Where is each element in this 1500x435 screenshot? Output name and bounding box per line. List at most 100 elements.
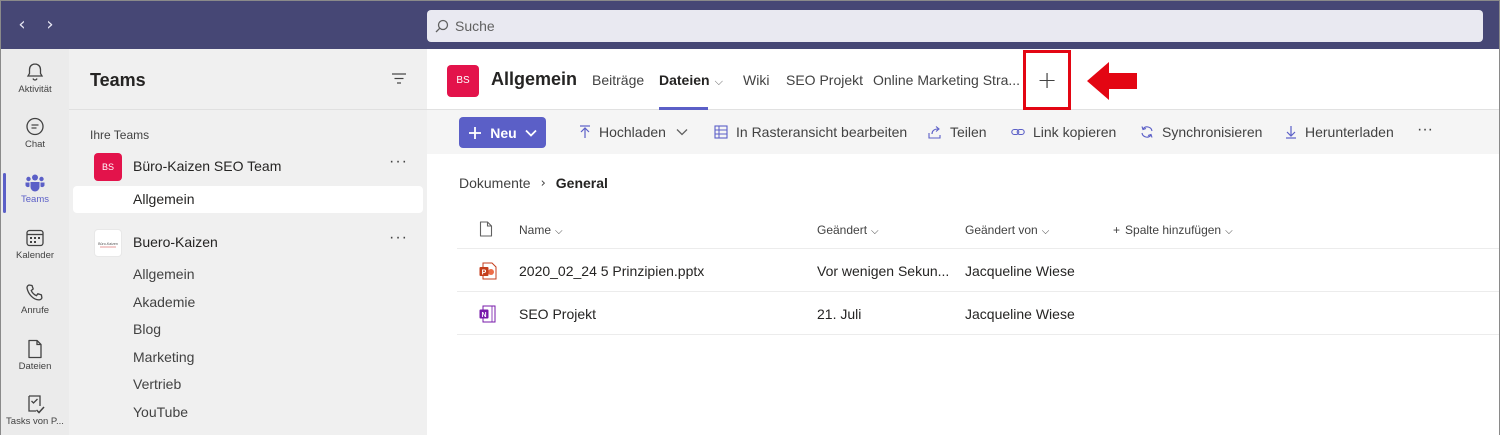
grid-icon	[714, 125, 728, 139]
tab-dateien[interactable]: Dateien ⌵	[659, 72, 723, 89]
breadcrumb-root[interactable]: Dokumente	[459, 175, 531, 191]
chat-icon	[26, 117, 44, 136]
copy-link-button[interactable]: Link kopieren	[1011, 124, 1116, 140]
rail-item-activity[interactable]: Aktivität	[1, 53, 69, 109]
share-label: Teilen	[950, 124, 987, 140]
grid-edit-button[interactable]: In Rasteransicht bearbeiten	[714, 124, 907, 140]
chevron-down-icon	[676, 129, 688, 136]
rail-item-calls[interactable]: Anrufe	[1, 274, 69, 330]
main-content: BS Allgemein Beiträge Dateien ⌵ Wiki SEO …	[427, 49, 1499, 435]
rail-label: Tasks von P...	[6, 416, 64, 427]
channel-item-akademie[interactable]: Akademie	[73, 289, 423, 316]
file-modified: Vor wenigen Sekun...	[817, 263, 950, 279]
rail-label: Anrufe	[21, 305, 49, 316]
phone-icon	[26, 284, 43, 301]
grid-divider	[457, 291, 1499, 292]
link-icon	[1011, 128, 1025, 136]
filter-icon[interactable]	[391, 71, 407, 87]
grid-divider	[457, 248, 1499, 249]
add-tab-button[interactable]: +	[1023, 50, 1071, 110]
chevron-down-icon: ⌵	[1225, 226, 1233, 237]
teams-icon	[25, 174, 45, 192]
upload-button[interactable]: Hochladen	[579, 124, 688, 140]
rail-item-files[interactable]: Dateien	[1, 330, 69, 386]
add-column-button[interactable]: + Spalte hinzufügen ⌵	[1113, 223, 1233, 237]
add-column-label: Spalte hinzufügen	[1125, 223, 1222, 237]
sync-button[interactable]: Synchronisieren	[1140, 124, 1262, 140]
chevron-right-icon: ›	[540, 175, 546, 191]
file-name[interactable]: 2020_02_24 5 Prinzipien.pptx	[519, 263, 704, 279]
channel-item-vertrieb[interactable]: Vertrieb	[73, 371, 423, 398]
channel-title: Allgemein	[491, 69, 578, 89]
chevron-down-icon	[525, 129, 537, 137]
search-placeholder: Suche	[455, 18, 495, 34]
tasks-icon	[28, 395, 45, 414]
new-button[interactable]: Neu	[459, 117, 546, 148]
svg-text:Büro-Kaizen: Büro-Kaizen	[98, 242, 118, 246]
powerpoint-icon: P	[479, 262, 497, 280]
column-header-label: Geändert	[817, 223, 868, 237]
rail-label: Chat	[24, 139, 46, 150]
grid-divider	[457, 334, 1499, 335]
share-button[interactable]: Teilen	[928, 124, 987, 140]
file-modified-by: Jacqueline Wiese	[965, 306, 1075, 322]
plus-icon	[469, 126, 482, 139]
panel-title: Teams	[90, 70, 146, 90]
red-arrow-icon	[1087, 62, 1137, 100]
chevron-down-icon: ⌵	[714, 76, 723, 88]
svg-text:P: P	[482, 270, 487, 277]
upload-icon	[580, 125, 590, 138]
svg-text:N: N	[481, 312, 486, 319]
download-button[interactable]: Herunterladen	[1285, 124, 1394, 140]
share-icon	[928, 126, 941, 139]
new-label: Neu	[490, 124, 517, 141]
section-label: Ihre Teams	[90, 128, 150, 142]
channel-item-youtube[interactable]: YouTube	[73, 399, 423, 426]
rail-label: Teams	[21, 194, 49, 205]
tab-beitraege[interactable]: Beiträge	[592, 72, 644, 88]
rail-item-chat[interactable]: Chat	[1, 108, 69, 164]
channel-item-blog[interactable]: Blog	[73, 316, 423, 343]
tab-online-marketing[interactable]: Online Marketing Stra...	[873, 72, 1020, 88]
command-bar: Neu Hochladen In Rasteransicht bearbeite…	[427, 110, 1499, 154]
chevron-down-icon: ⌵	[1041, 226, 1050, 237]
teams-panel: Teams Ihre Teams BS Büro-Kaizen SEO Team…	[69, 49, 427, 435]
column-header-label: Geändert von	[965, 223, 1038, 237]
rail-item-tasks[interactable]: Tasks von P...	[1, 385, 69, 435]
onenote-icon: N	[479, 305, 496, 323]
team-logo: Büro-Kaizen	[94, 229, 122, 257]
grid-edit-label: In Rasteransicht bearbeiten	[736, 124, 908, 140]
app-rail: Aktivität Chat Teams Kalender Anrufe Dat…	[1, 49, 69, 435]
tab-wiki[interactable]: Wiki	[743, 72, 769, 88]
channel-item-allgemein[interactable]: Allgemein	[73, 261, 423, 288]
rail-label: Aktivität	[18, 84, 52, 95]
file-name[interactable]: SEO Projekt	[519, 306, 596, 322]
column-header-modified[interactable]: Geändert ⌵	[817, 223, 879, 237]
channel-item-allgemein[interactable]: Allgemein	[73, 186, 423, 213]
rail-item-calendar[interactable]: Kalender	[1, 219, 69, 275]
forward-arrow-icon[interactable]: ›	[40, 14, 60, 36]
team-item-bueo-kaizen-seo[interactable]: BS Büro-Kaizen SEO Team ···	[69, 149, 427, 185]
tab-seo-projekt[interactable]: SEO Projekt	[786, 72, 863, 88]
plus-icon: +	[1113, 223, 1121, 237]
more-actions-button[interactable]: ···	[1417, 121, 1433, 139]
sync-icon	[1141, 126, 1153, 138]
column-header-modified-by[interactable]: Geändert von ⌵	[965, 223, 1049, 237]
file-modified-by: Jacqueline Wiese	[965, 263, 1075, 279]
channel-header: BS Allgemein Beiträge Dateien ⌵ Wiki SEO …	[427, 49, 1499, 110]
rail-label: Kalender	[15, 250, 55, 261]
back-arrow-icon[interactable]: ‹	[12, 14, 32, 36]
channel-avatar: BS	[447, 65, 479, 97]
rail-item-teams[interactable]: Teams	[1, 163, 69, 219]
bueo-kaizen-logo-icon: Büro-Kaizen	[98, 242, 118, 248]
calendar-icon	[26, 229, 44, 247]
more-options-icon[interactable]: ···	[389, 229, 408, 247]
team-name: Büro-Kaizen SEO Team	[133, 158, 282, 174]
team-item-buero-kaizen[interactable]: Büro-Kaizen Buero-Kaizen ···	[69, 225, 427, 261]
channel-item-marketing[interactable]: Marketing	[73, 344, 423, 371]
rail-label: Dateien	[18, 361, 52, 372]
tab-label: Dateien	[659, 72, 710, 88]
more-options-icon[interactable]: ···	[389, 153, 408, 171]
column-header-name[interactable]: Name ⌵	[519, 223, 563, 237]
search-input[interactable]: Suche	[427, 10, 1483, 42]
